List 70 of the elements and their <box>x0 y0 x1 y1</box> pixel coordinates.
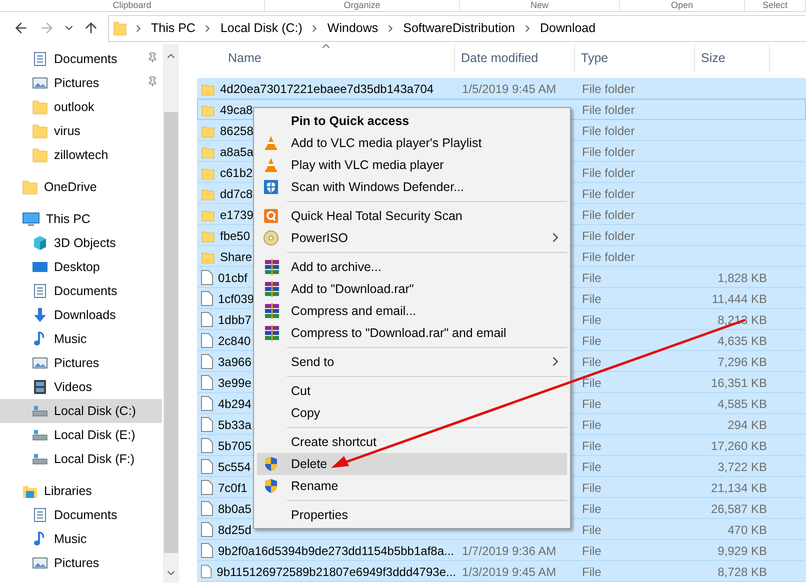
file-name: c61b2 <box>220 166 253 180</box>
file-type: File folder <box>582 102 635 116</box>
file-type: File <box>582 438 602 452</box>
file-type: File folder <box>582 228 635 242</box>
file-size: 26,587 KB <box>710 502 767 516</box>
file-type: File folder <box>582 166 635 180</box>
file-name: 01cbf <box>218 270 248 284</box>
ribbon-group-label: Select <box>745 0 806 11</box>
file-size: 4,585 KB <box>718 396 767 410</box>
file-size: 7,296 KB <box>718 354 767 368</box>
file-name: e1739 <box>220 208 254 222</box>
file-name: a8a5a <box>220 144 254 158</box>
file-name: 3e99e <box>218 376 252 390</box>
file-type: File folder <box>582 208 635 222</box>
file-name: 4d20ea73017221ebaee7d35db143a704 <box>220 82 434 96</box>
file-type: File folder <box>582 250 635 264</box>
file-name: 1dbb7 <box>218 312 252 326</box>
file-name: 8b0a5 <box>218 502 252 516</box>
date-modified: 1/3/2019 9:45 AM <box>462 564 556 578</box>
file-size: 8,728 KB <box>718 564 767 578</box>
file-name: fbe50 <box>220 228 250 242</box>
file-type: File <box>582 334 602 348</box>
file-name: 7c0f1 <box>218 480 248 494</box>
file-size: 17,260 KB <box>710 438 767 452</box>
file-type: File <box>582 522 602 536</box>
file-type: File folder <box>582 82 635 96</box>
file-type: File <box>582 376 602 390</box>
file-size: 294 KB <box>728 418 767 432</box>
ribbon-group-label: Clipboard <box>0 0 265 11</box>
ribbon-group-label: Organize <box>265 0 460 11</box>
file-type: File <box>582 270 602 284</box>
file-name: Share <box>220 250 252 264</box>
file-name: 5b33a <box>218 418 252 432</box>
file-name: 49ca8 <box>220 102 253 116</box>
date-modified: 1/7/2019 9:36 AM <box>462 544 556 558</box>
ribbon-group-label: New <box>460 0 620 11</box>
file-size: 4,635 KB <box>718 334 767 348</box>
file-name: dd7c8 <box>220 186 253 200</box>
file-type: File <box>582 502 602 516</box>
file-name: 9b115126972589b21807e6949f3ddd4793e... <box>216 564 456 578</box>
ribbon-group-label: Open <box>620 0 745 11</box>
file-name: 2c840 <box>218 334 251 348</box>
file-size: 1,828 KB <box>718 270 767 284</box>
file-type: File <box>582 460 602 474</box>
file-type: File <box>582 564 602 578</box>
file-name: 5c554 <box>218 460 251 474</box>
file-type: File <box>582 418 602 432</box>
file-name: 9b2f0a16d5394b9de273dd1154b5bb1af8a... <box>218 544 454 558</box>
file-type: File folder <box>582 144 635 158</box>
file-name: 5b705 <box>218 438 252 452</box>
file-name: 4b294 <box>218 396 252 410</box>
file-size: 11,444 KB <box>712 292 767 306</box>
file-type: File folder <box>582 186 635 200</box>
file-size: 9,929 KB <box>718 544 767 558</box>
file-type: File folder <box>582 124 635 138</box>
file-name: 1cf039 <box>218 292 254 306</box>
file-type: File <box>582 292 602 306</box>
file-size: 3,722 KB <box>718 460 767 474</box>
file-type: File <box>582 312 602 326</box>
file-type: File <box>582 480 602 494</box>
file-name: 86258 <box>220 124 254 138</box>
file-size: 470 KB <box>728 522 767 536</box>
file-type: File <box>582 354 602 368</box>
file-size: 16,351 KB <box>710 376 767 390</box>
file-name: 8d25d <box>218 522 252 536</box>
file-type: File <box>582 396 602 410</box>
file-name: 3a966 <box>218 354 252 368</box>
file-size: 21,134 KB <box>710 480 767 494</box>
file-type: File <box>582 544 602 558</box>
date-modified: 1/5/2019 9:45 AM <box>462 82 556 96</box>
